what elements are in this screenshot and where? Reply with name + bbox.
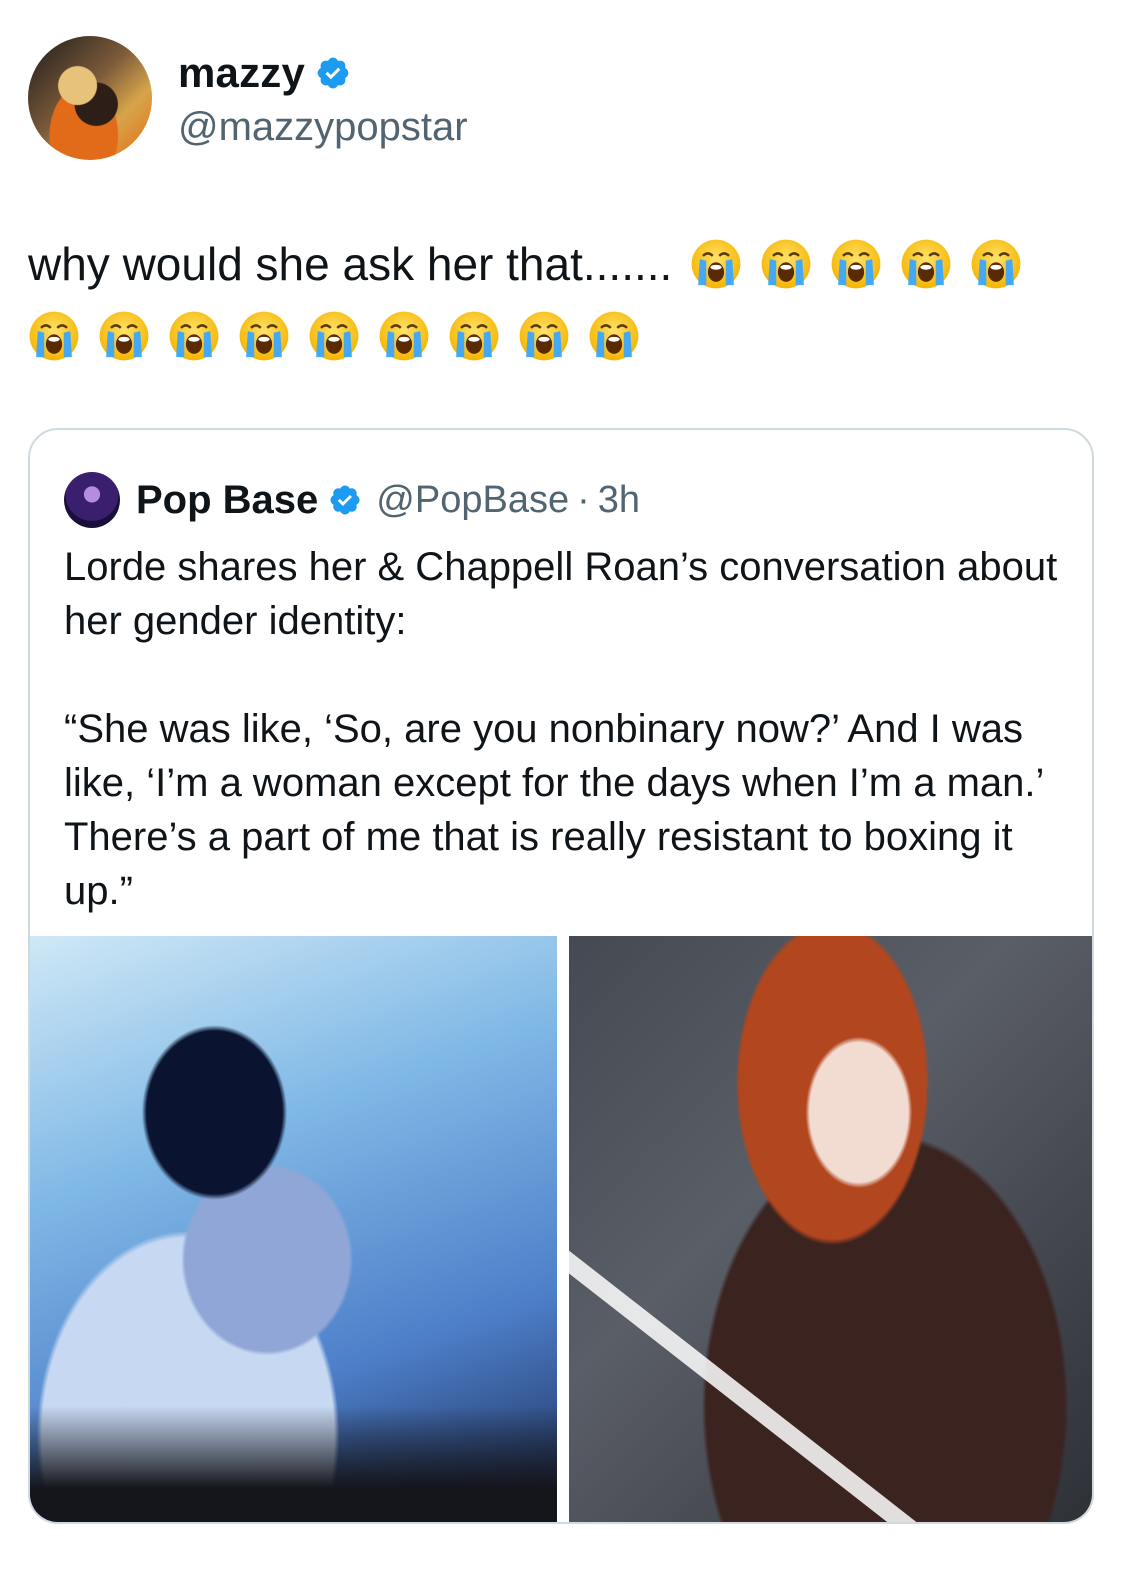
author-name-row: mazzy xyxy=(178,47,468,99)
quoted-tweet-header: Pop Base @PopBase · 3h xyxy=(64,472,640,528)
author-avatar[interactable] xyxy=(28,36,152,160)
loudly-crying-face-icon xyxy=(379,311,429,361)
loudly-crying-face-icon xyxy=(169,311,219,361)
quoted-tweet-text: Lorde shares her & Chappell Roan’s conve… xyxy=(64,545,1058,913)
tweet-text-content: why would she ask her that....... xyxy=(28,238,673,290)
loudly-crying-face-icon xyxy=(449,311,499,361)
verified-badge-icon xyxy=(317,57,349,88)
media-photo-left[interactable] xyxy=(30,936,557,1522)
emoji-group-line1 xyxy=(672,238,1022,290)
media-photo-right[interactable] xyxy=(569,936,1092,1522)
loudly-crying-face-icon xyxy=(971,239,1021,289)
loudly-crying-face-icon xyxy=(589,311,639,361)
loudly-crying-face-icon xyxy=(29,311,79,361)
loudly-crying-face-icon xyxy=(761,239,811,289)
loudly-crying-face-icon xyxy=(831,239,881,289)
author-handle[interactable]: @mazzypopstar xyxy=(178,105,468,150)
quoted-tweet-card[interactable]: Pop Base @PopBase · 3h Lorde shares her … xyxy=(28,428,1094,1524)
loudly-crying-face-icon xyxy=(519,311,569,361)
meta-separator: · xyxy=(577,478,590,521)
loudly-crying-face-icon xyxy=(691,239,741,289)
tweet-author[interactable]: mazzy @mazzypopstar xyxy=(28,36,468,160)
loudly-crying-face-icon xyxy=(99,311,149,361)
quoted-author-avatar[interactable] xyxy=(64,472,120,528)
tweet-text: why would she ask her that....... xyxy=(28,228,1098,372)
loudly-crying-face-icon xyxy=(239,311,289,361)
quoted-tweet-time[interactable]: 3h xyxy=(598,479,640,522)
emoji-group-line2 xyxy=(28,310,640,362)
author-info: mazzy @mazzypopstar xyxy=(178,47,468,150)
quoted-author-name[interactable]: Pop Base xyxy=(136,478,318,523)
quoted-tweet-media xyxy=(30,936,1092,1522)
loudly-crying-face-icon xyxy=(901,239,951,289)
loudly-crying-face-icon xyxy=(309,311,359,361)
quoted-author-handle[interactable]: @PopBase xyxy=(376,479,569,522)
verified-badge-icon xyxy=(330,485,360,515)
author-display-name[interactable]: mazzy xyxy=(178,49,305,97)
